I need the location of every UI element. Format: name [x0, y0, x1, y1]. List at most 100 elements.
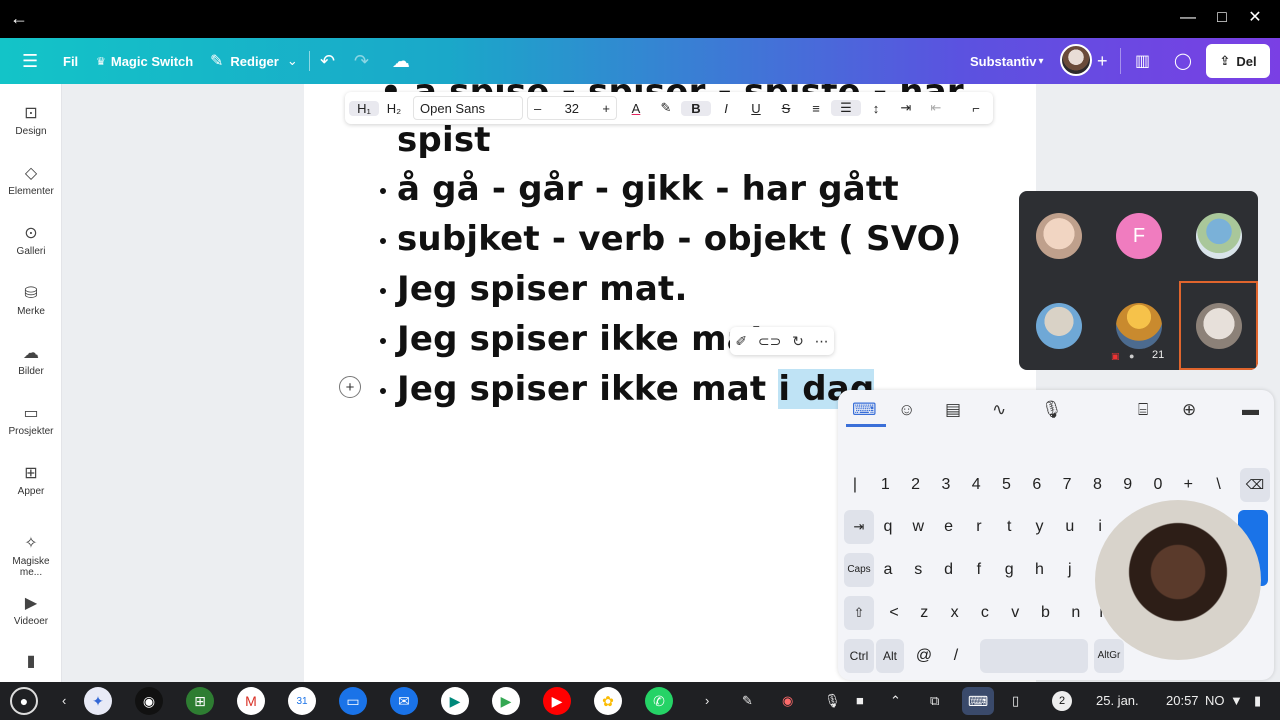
wifi-icon[interactable]: ▼: [1230, 693, 1243, 708]
space-key[interactable]: [980, 639, 1088, 673]
key[interactable]: g: [996, 553, 1022, 587]
chevron-up-icon[interactable]: ⌃: [890, 693, 901, 709]
participant-tile[interactable]: F: [1099, 191, 1178, 280]
time-label[interactable]: 20:57: [1166, 693, 1199, 708]
font-family-select[interactable]: Open Sans: [413, 96, 523, 120]
text-line[interactable]: å gå - går - gikk - har gått: [397, 169, 899, 209]
key[interactable]: 8: [1084, 468, 1110, 502]
link-icon[interactable]: ⊂⊃: [758, 333, 781, 350]
key[interactable]: q: [875, 510, 901, 544]
file-menu[interactable]: Fil: [63, 38, 78, 84]
heading2-button[interactable]: H₂: [379, 101, 409, 116]
key[interactable]: z: [911, 596, 937, 630]
key[interactable]: 5: [994, 468, 1020, 502]
key[interactable]: w: [905, 510, 931, 544]
participant-tile[interactable]: [1019, 281, 1098, 370]
globe-icon[interactable]: ⊕: [1182, 400, 1196, 420]
date-label[interactable]: 25. jan.: [1096, 693, 1139, 708]
key[interactable]: f: [966, 553, 992, 587]
key[interactable]: 0: [1145, 468, 1171, 502]
key[interactable]: h: [1027, 553, 1053, 587]
tab-key[interactable]: ⇥: [844, 510, 874, 544]
backspace-key[interactable]: ⌫: [1240, 468, 1270, 502]
key[interactable]: r: [966, 510, 992, 544]
cloud-save-icon[interactable]: ☁: [392, 38, 410, 84]
more-options-icon[interactable]: ⋯: [815, 333, 829, 350]
text-line[interactable]: Jeg spiser mat.: [397, 269, 688, 309]
maximize-button[interactable]: □: [1212, 8, 1232, 28]
rail-item-elements[interactable]: ◇ Elementer: [0, 164, 62, 197]
rail-item-design[interactable]: ⊡ Design: [0, 104, 62, 137]
add-element-button[interactable]: +: [339, 376, 361, 398]
text-line[interactable]: spist: [397, 120, 491, 160]
key[interactable]: +: [1175, 468, 1201, 502]
caps-key[interactable]: Caps: [844, 553, 874, 587]
highlighter-icon[interactable]: ✎: [651, 100, 681, 116]
keyboard-settings-icon[interactable]: ⌸: [1138, 400, 1148, 420]
bullet-list-icon[interactable]: ☰: [831, 100, 861, 116]
underline-button[interactable]: U: [741, 101, 771, 116]
key[interactable]: 3: [933, 468, 959, 502]
clipboard-icon[interactable]: ⧉: [930, 693, 939, 709]
messages-icon[interactable]: ✉: [390, 687, 418, 715]
key[interactable]: \: [1206, 468, 1232, 502]
italic-button[interactable]: I: [711, 101, 741, 116]
heading1-button[interactable]: H₁: [349, 100, 379, 116]
notification-badge[interactable]: 2: [1052, 691, 1072, 711]
indent-icon[interactable]: ⇥: [891, 100, 921, 116]
key[interactable]: u: [1057, 510, 1083, 544]
key[interactable]: 6: [1024, 468, 1050, 502]
key[interactable]: 7: [1054, 468, 1080, 502]
launcher-icon[interactable]: ●: [10, 687, 38, 715]
phone-icon[interactable]: ▯: [1012, 693, 1019, 709]
key[interactable]: 1: [872, 468, 898, 502]
microphone-icon[interactable]: 🎙: [1041, 400, 1063, 420]
rail-item-projects[interactable]: ▭ Prosjekter: [0, 404, 62, 437]
strikethrough-button[interactable]: S: [771, 101, 801, 116]
participant-tile[interactable]: [1019, 191, 1098, 280]
magic-edit-icon[interactable]: ✐: [735, 333, 747, 350]
play-store-icon[interactable]: ▶: [492, 687, 520, 715]
decrease-size-button[interactable]: –: [534, 101, 541, 116]
magic-switch-button[interactable]: ♛ Magic Switch: [96, 38, 193, 84]
shift-key[interactable]: ⇧: [844, 596, 874, 630]
menu-icon[interactable]: ☰: [22, 38, 38, 84]
whatsapp-icon[interactable]: ✆: [645, 687, 673, 715]
add-collaborator-icon[interactable]: +: [1097, 38, 1108, 84]
edit-menu[interactable]: ✎ Rediger ⌄: [210, 38, 298, 84]
rail-item-videos[interactable]: ▶ Videoer: [0, 594, 62, 627]
key[interactable]: a: [875, 553, 901, 587]
key[interactable]: 4: [963, 468, 989, 502]
ctrl-key[interactable]: Ctrl: [844, 639, 874, 673]
video-call-overlay[interactable]: F ▣ ● 21: [1019, 191, 1258, 370]
key[interactable]: <: [881, 596, 907, 630]
gmail-icon[interactable]: M: [237, 687, 265, 715]
alt-key[interactable]: Alt: [876, 639, 904, 673]
key[interactable]: n: [1063, 596, 1089, 630]
participant-tile-active[interactable]: [1179, 281, 1258, 370]
insights-chart-icon[interactable]: ▥: [1135, 38, 1150, 84]
text-line[interactable]: Jeg spiser ikke mat: [397, 319, 766, 359]
rail-item-uploads[interactable]: ☁ Bilder: [0, 344, 62, 377]
battery-icon[interactable]: ▮: [1254, 693, 1261, 709]
font-size-value[interactable]: 32: [565, 101, 579, 116]
youtube-icon[interactable]: ▶: [543, 687, 571, 715]
pen-icon[interactable]: ✎: [742, 693, 753, 709]
files-icon[interactable]: ▭: [339, 687, 367, 715]
font-size-stepper[interactable]: – 32 +: [527, 96, 617, 120]
avatar[interactable]: [1060, 44, 1092, 76]
mic-icon[interactable]: 🎙: [824, 693, 841, 709]
share-button[interactable]: ⇪ Del: [1206, 44, 1270, 78]
handwriting-icon[interactable]: ∿: [992, 400, 1006, 420]
close-button[interactable]: ✕: [1245, 8, 1265, 28]
key[interactable]: t: [996, 510, 1022, 544]
calendar-icon[interactable]: 31: [288, 687, 316, 715]
at-key[interactable]: @: [910, 639, 938, 673]
key[interactable]: s: [905, 553, 931, 587]
apps-grid-icon[interactable]: ⊞: [186, 687, 214, 715]
key[interactable]: b: [1033, 596, 1059, 630]
text-line[interactable]: subjket - verb - objekt ( SVO): [397, 219, 961, 259]
dock-icon[interactable]: ▬: [1242, 400, 1259, 420]
undo-icon[interactable]: ↶: [320, 38, 335, 84]
letter-spacing-icon[interactable]: ↕: [861, 101, 891, 116]
